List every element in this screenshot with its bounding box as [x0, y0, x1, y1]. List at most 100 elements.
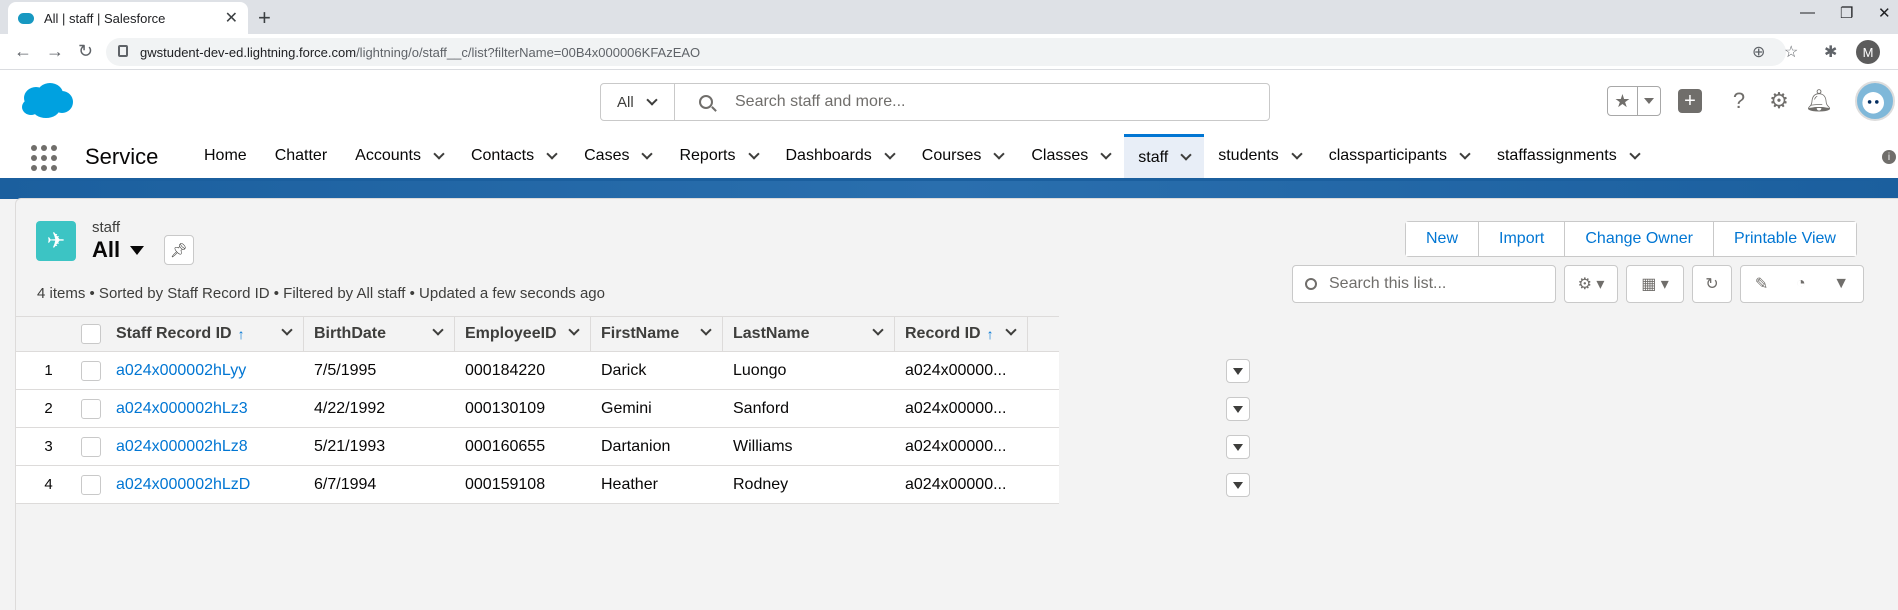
- close-window-icon[interactable]: ✕: [1878, 4, 1891, 22]
- column-header-label: EmployeeID: [465, 325, 557, 342]
- app-launcher-icon[interactable]: [31, 145, 57, 171]
- chevron-down-icon[interactable]: [1459, 147, 1471, 160]
- help-icon[interactable]: ?: [1724, 86, 1754, 116]
- column-header-lastname[interactable]: LastName: [723, 317, 895, 351]
- nav-item-chatter[interactable]: Chatter: [261, 134, 341, 178]
- nav-item-staff[interactable]: staff: [1124, 134, 1205, 178]
- nav-item-home[interactable]: Home: [190, 134, 261, 178]
- chevron-down-icon[interactable]: [433, 147, 445, 160]
- refresh-button[interactable]: ↻: [1692, 265, 1732, 303]
- cell-staff-id[interactable]: a024x000002hLyy: [106, 362, 304, 380]
- column-menu-chevron-icon[interactable]: [568, 324, 580, 336]
- cell-staff-id[interactable]: a024x000002hLz8: [106, 438, 304, 456]
- row-actions-button[interactable]: [1226, 397, 1250, 421]
- row-actions-button[interactable]: [1226, 359, 1250, 383]
- nav-item-classes[interactable]: Classes: [1017, 134, 1124, 178]
- info-icon[interactable]: i: [1882, 150, 1896, 164]
- pin-list-view-button[interactable]: 📌︎: [164, 235, 194, 265]
- column-menu-chevron-icon[interactable]: [432, 324, 444, 336]
- table-row: 2 a024x000002hLz3 4/22/1992 000130109 Gemini…: [16, 390, 1250, 428]
- nav-item-accounts[interactable]: Accounts: [341, 134, 457, 178]
- column-menu-chevron-icon[interactable]: [281, 324, 293, 336]
- column-header-staff-record-id[interactable]: Staff Record ID ↑: [106, 317, 304, 351]
- nav-item-staffassignments[interactable]: staffassignments: [1483, 134, 1653, 178]
- close-tab-icon[interactable]: ✕: [225, 8, 238, 28]
- table-icon: ▦ ▾: [1641, 276, 1669, 293]
- chevron-down-icon[interactable]: [546, 147, 558, 160]
- column-header-firstname[interactable]: FirstName: [591, 317, 723, 351]
- chevron-down-icon[interactable]: [1100, 147, 1112, 160]
- column-header-employeeid[interactable]: EmployeeID: [455, 317, 591, 351]
- nav-item-classparticipants[interactable]: classparticipants: [1315, 134, 1483, 178]
- chevron-down-icon[interactable]: [1291, 147, 1303, 160]
- sort-ascending-icon: ↑: [986, 326, 994, 342]
- lock-icon[interactable]: [118, 45, 128, 57]
- salesforce-logo[interactable]: [20, 82, 74, 120]
- nav-item-label: Reports: [679, 147, 736, 164]
- column-menu-chevron-icon[interactable]: [872, 324, 884, 336]
- list-view-controls-button[interactable]: ⚙ ▾: [1564, 265, 1618, 303]
- change-owner-button[interactable]: Change Owner: [1565, 222, 1714, 256]
- new-tab-icon[interactable]: +: [258, 5, 271, 31]
- user-avatar[interactable]: [1855, 81, 1895, 121]
- chevron-down-icon[interactable]: [884, 147, 896, 160]
- favorites-star-icon[interactable]: ★: [1608, 87, 1638, 115]
- cell-first: Darick: [601, 361, 647, 379]
- global-search[interactable]: All Search staff and more...: [600, 83, 1270, 121]
- cell-staff-id[interactable]: a024x000002hLzD: [106, 476, 304, 494]
- search-scope-select[interactable]: All: [601, 84, 675, 120]
- import-button[interactable]: Import: [1479, 222, 1566, 256]
- back-icon[interactable]: ←: [14, 41, 32, 62]
- reload-icon[interactable]: ↻: [78, 41, 93, 62]
- display-as-button[interactable]: ▦ ▾: [1626, 265, 1684, 303]
- nav-item-students[interactable]: students: [1204, 134, 1314, 178]
- column-header-label: BirthDate: [314, 325, 387, 342]
- nav-item-courses[interactable]: Courses: [908, 134, 1018, 178]
- column-header-record-id[interactable]: Record ID ↑: [895, 317, 1028, 351]
- extensions-icon[interactable]: ✱: [1824, 42, 1837, 62]
- chevron-down-icon[interactable]: [641, 147, 654, 160]
- filter-icon[interactable]: ▼: [1833, 275, 1849, 293]
- row-checkbox[interactable]: [81, 474, 101, 495]
- row-checkbox[interactable]: [81, 436, 101, 457]
- global-actions-add-icon[interactable]: +: [1678, 89, 1702, 113]
- select-all-checkbox[interactable]: [81, 324, 101, 344]
- notifications-bell-icon[interactable]: 🔔︎: [1804, 86, 1834, 116]
- zoom-icon[interactable]: ⊕: [1752, 42, 1765, 62]
- column-header-birthdate[interactable]: BirthDate: [304, 317, 455, 351]
- minimize-icon[interactable]: —: [1800, 4, 1815, 21]
- forward-icon[interactable]: →: [46, 41, 64, 62]
- browser-tab[interactable]: All | staff | Salesforce ✕: [8, 2, 248, 34]
- browser-profile-avatar[interactable]: M: [1856, 40, 1880, 64]
- row-checkbox[interactable]: [81, 398, 101, 419]
- select-all-header: [81, 317, 106, 351]
- charts-icon[interactable]: ◔: [1796, 275, 1806, 293]
- edit-pencil-icon[interactable]: ✎: [1755, 274, 1768, 294]
- chevron-down-icon[interactable]: [1629, 147, 1641, 160]
- chevron-down-icon[interactable]: [1180, 149, 1192, 161]
- list-search-input[interactable]: Search this list...: [1292, 265, 1556, 303]
- nav-item-contacts[interactable]: Contacts: [457, 134, 570, 178]
- bookmark-star-icon[interactable]: ☆: [1784, 42, 1798, 62]
- url-field[interactable]: gwstudent-dev-ed.lightning.force.com/lig…: [106, 38, 1786, 66]
- column-menu-chevron-icon[interactable]: [1005, 324, 1017, 336]
- refresh-icon: ↻: [1705, 276, 1719, 293]
- list-view-picker[interactable]: All: [92, 237, 145, 263]
- restore-icon[interactable]: ❐: [1840, 4, 1853, 22]
- row-actions-button[interactable]: [1226, 435, 1250, 459]
- nav-item-dashboards[interactable]: Dashboards: [772, 134, 908, 178]
- nav-item-cases[interactable]: Cases: [570, 134, 665, 178]
- row-actions-button[interactable]: [1226, 473, 1250, 497]
- cell-staff-id[interactable]: a024x000002hLz3: [106, 400, 304, 418]
- setup-gear-icon[interactable]: ⚙: [1764, 86, 1794, 116]
- favorites-menu-icon[interactable]: [1638, 87, 1660, 115]
- new-button[interactable]: New: [1406, 222, 1480, 256]
- nav-item-reports[interactable]: Reports: [665, 134, 771, 178]
- printable-view-button[interactable]: Printable View: [1713, 222, 1856, 256]
- column-menu-chevron-icon[interactable]: [700, 324, 712, 336]
- cell-record-id: a024x00000...: [905, 399, 1007, 417]
- search-input[interactable]: Search staff and more...: [735, 93, 905, 111]
- chevron-down-icon[interactable]: [993, 147, 1006, 160]
- chevron-down-icon[interactable]: [747, 147, 760, 160]
- row-checkbox[interactable]: [81, 360, 101, 381]
